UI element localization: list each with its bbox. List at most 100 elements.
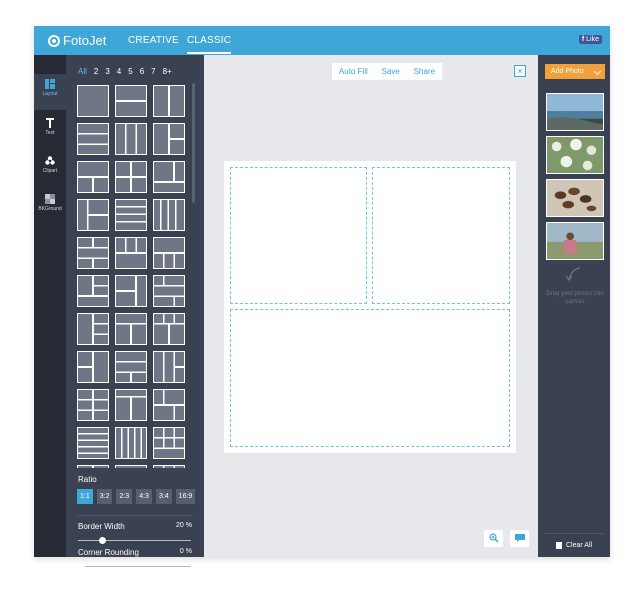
fotojet-logo[interactable]: FotoJet (48, 33, 106, 48)
layout-thumbnail[interactable] (153, 237, 185, 269)
background-icon (45, 194, 55, 204)
fotojet-app: FotoJet CREATIVE CLASSIC f Like Layout T… (34, 26, 610, 570)
corner-rounding-label: Corner Rounding (78, 548, 139, 557)
layout-thumbnail[interactable] (115, 237, 147, 269)
layout-thumbnail[interactable] (77, 161, 109, 193)
divider (77, 515, 193, 516)
close-button[interactable]: × (514, 65, 526, 77)
layout-thumbnail[interactable] (153, 275, 185, 307)
layout-thumbnail[interactable] (153, 199, 185, 231)
layout-scrollbar[interactable] (192, 83, 195, 203)
trash-icon (556, 542, 562, 549)
logo-icon (48, 34, 60, 47)
corner-rounding-value: 0 % (179, 548, 192, 555)
photo-thumbnail-girl[interactable] (546, 222, 604, 260)
layout-thumbnail[interactable] (77, 199, 109, 231)
zoom-button[interactable] (484, 530, 503, 547)
ratio-2-3-button[interactable]: 2:3 (116, 489, 133, 504)
layout-thumbnail[interactable] (153, 465, 185, 468)
photo-cell[interactable] (230, 309, 510, 447)
clear-all-button[interactable]: Clear All (556, 542, 592, 549)
sidebar-item-label: Clipart (42, 168, 58, 174)
add-photo-button[interactable]: Add Photo (545, 64, 605, 79)
save-button[interactable]: Save (382, 67, 400, 76)
sidebar-item-label: BKGround (38, 206, 62, 212)
layout-thumbnail[interactable] (77, 275, 109, 307)
layout-thumbnail[interactable] (115, 351, 147, 383)
layout-thumbnail[interactable] (77, 351, 109, 383)
border-width-handle[interactable] (99, 537, 107, 544)
sidebar-item-label: Layout (42, 91, 58, 97)
sidebar-item-layout[interactable]: Layout (34, 74, 66, 110)
divider (544, 533, 604, 534)
filter-3[interactable]: 3 (105, 67, 109, 76)
layout-thumbnail[interactable] (77, 313, 109, 345)
filter-2[interactable]: 2 (94, 67, 98, 76)
drag-hint-text: Drag your photos into canvas (546, 291, 604, 305)
layout-thumbnail[interactable] (153, 161, 185, 193)
filter-8plus[interactable]: 8+ (163, 67, 172, 76)
filter-7[interactable]: 7 (151, 67, 155, 76)
ratio-3-4-button[interactable]: 3:4 (155, 489, 172, 504)
sidebar-item-background[interactable]: BKGround (34, 189, 66, 225)
filter-6[interactable]: 6 (140, 67, 144, 76)
drag-arrow-icon (565, 267, 581, 281)
border-width-value: 20 % (176, 522, 192, 529)
layout-thumbnail[interactable] (77, 389, 109, 421)
layout-thumbnail[interactable] (115, 427, 147, 459)
photo-cell[interactable] (230, 167, 367, 304)
feedback-button[interactable] (510, 530, 529, 547)
layout-thumbnail[interactable] (153, 389, 185, 421)
collage-canvas[interactable] (224, 161, 516, 453)
layout-thumbnail[interactable] (77, 427, 109, 459)
sidebar-item-clipart[interactable]: Clipart (34, 151, 66, 187)
brand-name: FotoJet (63, 33, 107, 48)
canvas-area: Auto Fill Save Share × (204, 55, 538, 557)
layout-thumbnail[interactable] (115, 123, 147, 155)
auto-fill-button[interactable]: Auto Fill (339, 67, 368, 76)
filter-4[interactable]: 4 (117, 67, 121, 76)
facebook-icon: f (581, 36, 585, 43)
layout-thumbnail[interactable] (115, 313, 147, 345)
layout-thumbnail[interactable] (115, 199, 147, 231)
photo-thumbnail-flowers[interactable] (546, 136, 604, 174)
chat-icon (514, 534, 525, 542)
ratio-1-1-button[interactable]: 1:1 (77, 489, 93, 504)
close-icon: × (517, 66, 523, 76)
tab-classic[interactable]: CLASSIC (187, 35, 232, 54)
layout-thumbnail[interactable] (115, 465, 147, 468)
photo-thumbnail-beach[interactable] (546, 93, 604, 131)
layout-thumbnail[interactable] (77, 85, 109, 117)
filter-5[interactable]: 5 (128, 67, 132, 76)
tab-creative[interactable]: CREATIVE (128, 35, 179, 46)
top-bar: FotoJet CREATIVE CLASSIC f Like (34, 26, 610, 55)
photo-cell[interactable] (372, 167, 510, 304)
layout-thumbnail[interactable] (153, 313, 185, 345)
layout-thumbnail[interactable] (153, 427, 185, 459)
sidebar-item-label: Text (45, 130, 55, 136)
layout-thumbnail[interactable] (153, 85, 185, 117)
sidebar-item-text[interactable]: Text (34, 113, 66, 149)
clear-all-label: Clear All (566, 542, 593, 549)
ratio-4-3-button[interactable]: 4:3 (136, 489, 152, 504)
ratio-3-2-button[interactable]: 3:2 (96, 489, 113, 504)
layout-thumbnail[interactable] (77, 465, 109, 468)
layout-thumbnail[interactable] (115, 161, 147, 193)
filter-all[interactable]: All (78, 67, 87, 76)
layout-icon (45, 79, 55, 89)
photo-thumbnail-coffee[interactable] (546, 179, 604, 217)
layout-thumbnail[interactable] (77, 123, 109, 155)
layout-thumbnail[interactable] (153, 351, 185, 383)
share-button[interactable]: Share (414, 67, 435, 76)
border-width-slider[interactable] (78, 537, 191, 544)
border-width-label: Border Width (78, 522, 125, 531)
corner-rounding-slider[interactable] (78, 563, 191, 570)
layout-thumbnail[interactable] (115, 275, 147, 307)
layout-thumbnail[interactable] (115, 85, 147, 117)
layout-thumbnail[interactable] (153, 123, 185, 155)
ratio-16-9-button[interactable]: 16:9 (175, 489, 196, 504)
layout-thumbnail[interactable] (115, 389, 147, 421)
facebook-like-button[interactable]: f Like (578, 35, 602, 44)
layout-thumbnail[interactable] (77, 237, 109, 269)
corner-rounding-handle[interactable] (78, 563, 85, 570)
